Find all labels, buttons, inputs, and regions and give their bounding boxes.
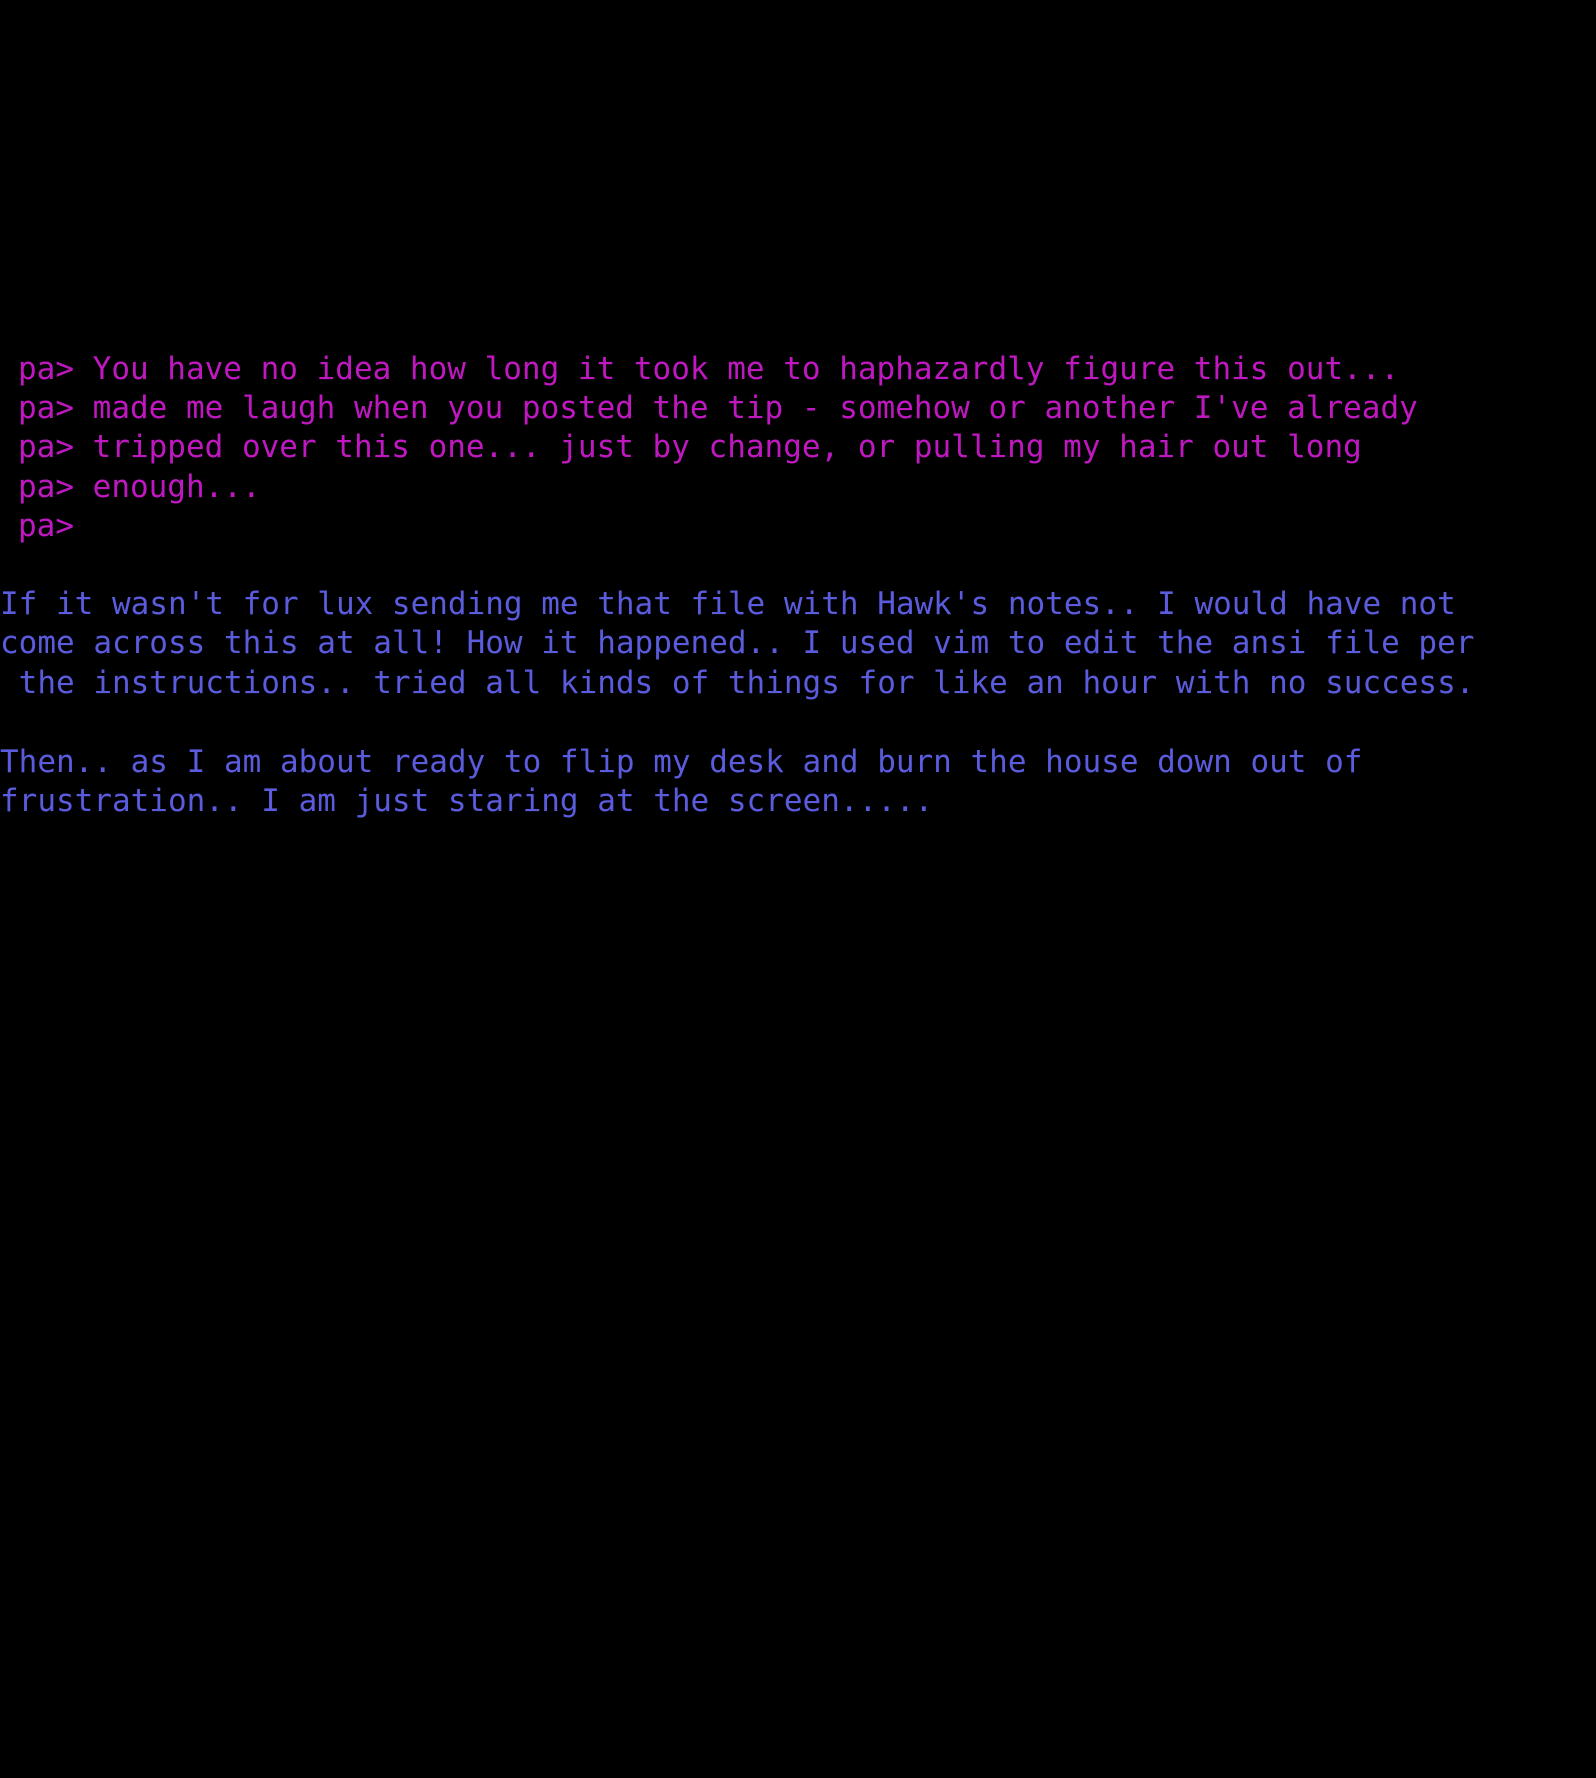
- title-bar: :::: . m e s s a g e r e a d e r . ::::: [0, 0, 1596, 40]
- quote-line: pa> You have no idea how long it took me…: [18, 351, 1400, 387]
- quote-line: pa>: [18, 508, 74, 544]
- body-line: If it wasn't for lux sending me that fil…: [0, 586, 1456, 622]
- table-row[interactable]: ¦ importing python 3 modules.. Ktulu g00…: [0, 154, 1596, 194]
- table-row[interactable]: ¦ Re: Topaz + Syncterm paulie420 Zylone …: [0, 76, 1596, 116]
- table-row[interactable]: ¦ importing python 3 modules.. opicron K…: [0, 193, 1596, 233]
- table-row[interactable]: ¦ Re: Detecting term paulie420 g00r00 29…: [0, 115, 1596, 155]
- body-line: frustration.. I am just staring at the s…: [0, 783, 934, 819]
- quote-line: pa> enough...: [18, 469, 261, 505]
- command-bar: (↕/↔) msgs/text (n) new (r) reply (d) de…: [0, 902, 1596, 942]
- quote-line: pa> tripped over this one... just by cha…: [18, 429, 1362, 465]
- column-header-rule: .━--(subject)---------------------------…: [0, 39, 1596, 79]
- terminal-screen: :::: . m e s s a g e r e a d e r . :::: …: [0, 0, 1596, 987]
- body-corner-marks: :::: ::::: [0, 310, 1596, 350]
- body-line: the instructions.. tried all kinds of th…: [0, 665, 1475, 701]
- list-bottom-rule: ’---------------------------------------…: [0, 268, 1596, 308]
- body-line: come across this at all! How it happened…: [0, 625, 1475, 661]
- table-row-selected[interactable]: ¦ ·Re: Topaz + Syncterm · · · · · · ·Zyl…: [0, 232, 1596, 272]
- quote-line: pa> made me laugh when you posted the ti…: [18, 390, 1418, 426]
- body-line: Then.. as I am about ready to flip my de…: [0, 744, 1363, 780]
- status-rule: :---------------------------------------…: [0, 862, 1596, 902]
